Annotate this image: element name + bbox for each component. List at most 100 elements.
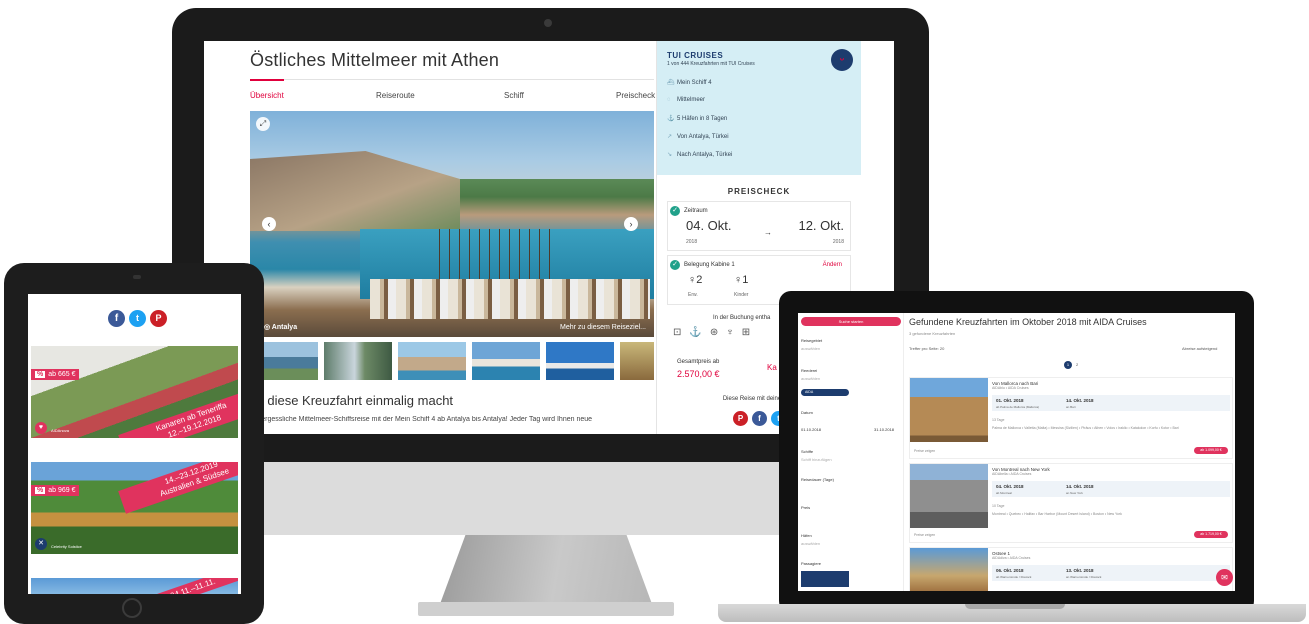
date-to-input[interactable]: 31.10.2018 [874, 427, 894, 432]
preischeck-heading: PREISCHECK [727, 187, 791, 196]
arrow-right-icon: → [764, 228, 772, 237]
twitter-icon[interactable]: t [129, 310, 146, 327]
tui-logo-icon: ᵕ [831, 49, 853, 71]
page-title: Östliches Mittelmeer mit Athen [250, 50, 500, 70]
result-ship: AIDAbella • AIDA Cruises [992, 472, 1032, 476]
result-image [910, 378, 988, 442]
thumbnail[interactable] [324, 342, 392, 380]
filter-label: Reederei [801, 368, 818, 373]
change-link[interactable]: Ändern [823, 262, 842, 268]
show-prices-link[interactable]: Preise zeigen [914, 449, 935, 453]
monitor-stand-base [418, 602, 674, 616]
tab-uebersicht[interactable]: Übersicht [250, 91, 284, 100]
filter-sidebar: Suche starten Reisegebiet auswählen Reed… [798, 313, 904, 591]
ship-name: Celebrity Solstice [51, 544, 82, 549]
result-card[interactable]: Ostsee 1 AIDAdiva • AIDA Cruises 06. Okt… [909, 547, 1233, 591]
monitor-camera [544, 19, 552, 27]
from-date: 04. Okt. [686, 218, 732, 233]
tab-preischeck[interactable]: Preischeck [616, 91, 655, 100]
offer-ribbon: Kanaren ab Teneriffa 12.–19.12.2018 [118, 386, 238, 438]
location-pin-icon: ◎ [264, 324, 272, 331]
anchor-icon: ⚓ [667, 116, 675, 122]
facebook-icon[interactable]: f [752, 411, 767, 426]
date-range-card[interactable]: ✓ Zeitraum 04. Okt. 2018 → 12. Okt. 2018 [667, 201, 851, 251]
facebook-icon[interactable]: f [108, 310, 125, 327]
filter-input[interactable]: Schiff hinzufügen [801, 457, 832, 462]
tab-reiseroute[interactable]: Reiseroute [376, 91, 415, 100]
kids-count: ♀1 [734, 274, 749, 286]
filter-input[interactable]: auswählen [801, 376, 820, 381]
brand-name: TUI CRUISES [667, 51, 724, 60]
adults-label: Erw. [688, 292, 698, 298]
filter-label: Datum [801, 410, 813, 415]
filter-chip[interactable]: AIDA [801, 389, 849, 396]
carousel-next-button[interactable]: › [624, 217, 638, 231]
result-card[interactable]: Von Montreal nach New York AIDAbella • A… [909, 463, 1233, 543]
date-from-input[interactable]: 01.10.2018 [801, 427, 821, 432]
offer-card[interactable]: 04.11.–11.11. [31, 578, 238, 594]
date-range-label: Zeitraum [684, 208, 708, 214]
filter-label: Reisedauer (Tage) [801, 477, 834, 482]
tab-schiff[interactable]: Schiff [504, 91, 524, 100]
thumbnail[interactable] [472, 342, 540, 380]
price-button[interactable]: ab 1.099,00 € [1194, 447, 1228, 454]
price-badge: % ab 969 € [31, 485, 80, 496]
hero-image: ⤢ ‹ › ◎ Antalya Mehr zu diesem Reiseziel… [250, 111, 654, 337]
offer-card[interactable]: 14.–23.12.2019 Australien & Südsee % ab 96… [31, 462, 238, 554]
sort-select[interactable]: Abreise aufsteigend [1182, 346, 1217, 351]
result-image [910, 548, 988, 591]
cruise-info-box: TUI CRUISES 1 von 444 Kreuzfahrten mit T… [657, 41, 861, 175]
ship-name: AIDAnova [51, 428, 70, 433]
tablet-home-button[interactable] [122, 598, 142, 618]
info-item-region[interactable]: ◌ Mittelmeer [667, 97, 705, 103]
result-dates: 04. Okt. 2018 ab Montreal 14. Okt. 2018 … [992, 481, 1230, 497]
result-image [910, 464, 988, 528]
offer-card[interactable]: % ab 665 € Kanaren ab Teneriffa 12.–19.12.… [31, 346, 238, 438]
filter-input[interactable]: auswählen [801, 346, 820, 351]
laptop-notch [965, 604, 1065, 609]
pinterest-icon[interactable]: P [150, 310, 167, 327]
celebrity-logo-icon: ✕ [35, 538, 47, 550]
price-button[interactable]: ab 1.719,00 € [1194, 531, 1228, 538]
result-duration: 10 Tage [992, 504, 1005, 508]
result-route: Palma de Mallorca • Valletta (Malta) • M… [992, 426, 1179, 430]
child-icon: ♀ [734, 274, 743, 286]
info-item-departure: ↗ Von Antalya, Türkei [667, 134, 729, 140]
filter-label: Schiffe [801, 449, 814, 454]
cabin-button[interactable]: Ka [767, 363, 777, 372]
from-year: 2018 [686, 239, 698, 245]
thumbnail[interactable] [398, 342, 466, 380]
results-title: Gefundene Kreuzfahrten im Oktober 2018 m… [909, 317, 1147, 327]
filter-label: Passagiere [801, 561, 822, 566]
passenger-selector[interactable] [801, 571, 849, 587]
pinterest-icon[interactable]: P [733, 411, 748, 426]
info-item-ship[interactable]: ⛴ Mein Schiff 4 [667, 79, 712, 86]
result-dates: 06. Okt. 2018 ab Warnemünde / Rostock 13… [992, 565, 1230, 581]
hero-more-link[interactable]: Mehr zu diesem Reiseziel... [560, 324, 646, 331]
show-prices-link[interactable]: Preise zeigen [914, 533, 935, 537]
included-icons: ⊡⚓⊛♆⊞ [673, 327, 758, 338]
filter-label: Preis [801, 505, 811, 510]
globe-icon: ◌ [667, 97, 671, 103]
search-button[interactable]: Suche starten [801, 317, 901, 326]
tablet-screen: f t P % ab 665 € Kanaren ab Teneriffa 12.–… [28, 294, 241, 594]
filter-input[interactable]: auswählen [801, 541, 820, 546]
filter-label: Reisegebiet [801, 338, 823, 343]
per-page-select[interactable]: Treffer pro Seite: 20 [909, 346, 944, 351]
result-route: Montreal • Quebec • Halifax • Bar Harbor… [992, 512, 1122, 516]
thumbnail[interactable] [620, 342, 654, 380]
info-item-arrival: ↘ Nach Antalya, Türkei [667, 152, 733, 158]
expand-icon[interactable]: ⤢ [256, 117, 270, 131]
result-card[interactable]: Von Mallorca nach Bari AIDAblu • AIDA Cr… [909, 377, 1233, 459]
hero-caption: ◎ Antalya [264, 324, 298, 331]
thumbnail[interactable] [546, 342, 614, 380]
luggage-icon: ⊞ [741, 327, 759, 338]
departure-icon: ↗ [667, 134, 673, 140]
adults-count: ♀2 [688, 274, 703, 286]
pagination-next[interactable]: 2 [1076, 362, 1078, 367]
filter-label: Häfen [801, 533, 812, 538]
chat-icon[interactable]: ✉ [1216, 569, 1233, 586]
carousel-prev-button[interactable]: ‹ [262, 217, 276, 231]
brand-subtitle[interactable]: 1 von 444 Kreuzfahrten mit TUI Cruises [667, 61, 755, 67]
pagination-current[interactable]: 1 [1064, 361, 1072, 369]
